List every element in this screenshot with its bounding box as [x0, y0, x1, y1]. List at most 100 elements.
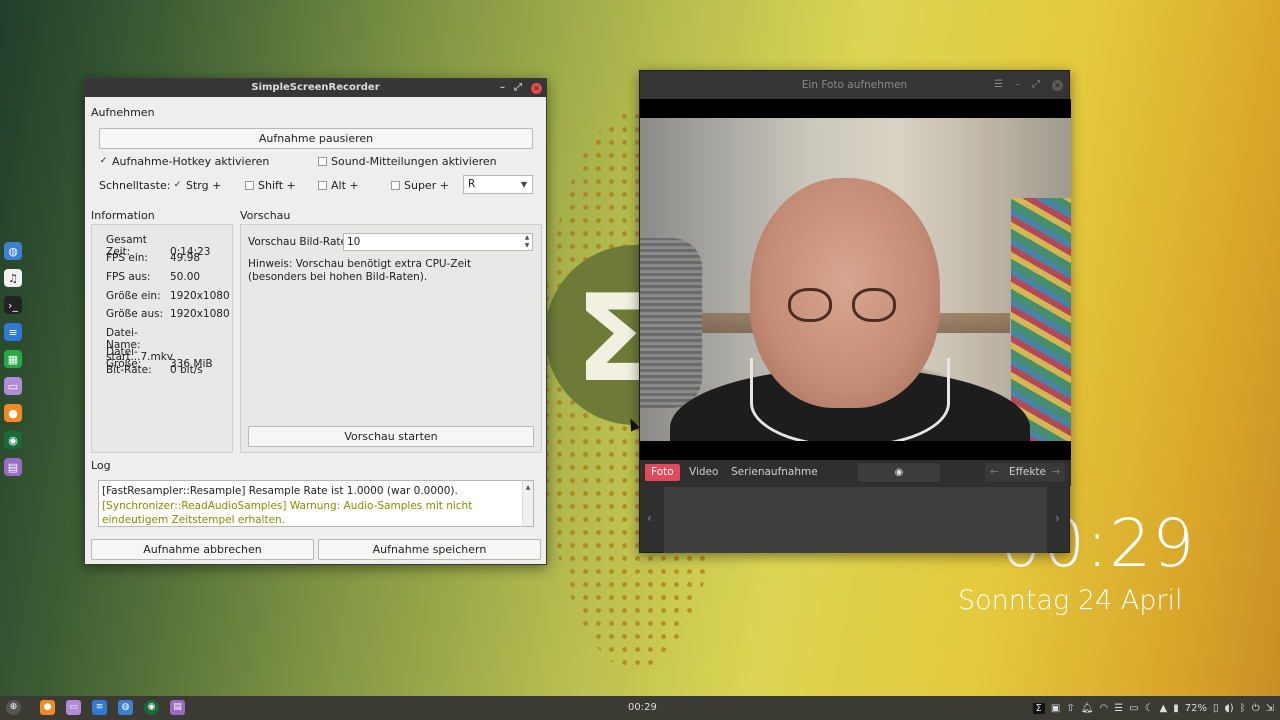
hoodie-drawstring [750, 358, 950, 441]
dock: ◍ ♫ ›_ ≡ ▦ ▭ ● ◉ ▤ [4, 242, 26, 485]
log-scrollbar[interactable]: ▲▼ [522, 481, 533, 526]
checkmark-icon: ✓ [173, 179, 182, 190]
checkbox-icon [245, 180, 254, 190]
tab-burst[interactable]: Serienaufnahme [725, 464, 824, 481]
storage-icon[interactable]: ▤ [170, 700, 185, 715]
minimize-icon[interactable]: – [500, 83, 505, 93]
taskbar: ⊕ ● ▭ ≡ ◍ ◉ ▤ 00:29 Σ ▣ ⇧ 🔔︎ ◠ ☰ ▭ ☾ ▲ ▮… [0, 696, 1280, 720]
ssr-title: SimpleScreenRecorder [251, 82, 380, 93]
files-icon[interactable]: ▭ [66, 700, 81, 715]
screen-recorder-tray-icon[interactable]: Σ [1032, 702, 1045, 714]
tab-video[interactable]: Video [683, 464, 724, 481]
log-textbox[interactable]: [FastResampler::Resample] Resample Rate … [98, 480, 534, 527]
start-preview-button[interactable]: Vorschau starten [248, 426, 534, 447]
maximize-icon[interactable]: ⤢ [1032, 71, 1040, 99]
take-photo-button[interactable]: ◉ [858, 463, 940, 482]
storage-icon[interactable]: ▤ [4, 458, 22, 476]
lock-icon[interactable]: ⇲ [1266, 703, 1274, 714]
save-recording-button[interactable]: Aufnahme speichern [318, 539, 541, 560]
ssr-window: SimpleScreenRecorder – ⤢ ✕ Aufnehmen Auf… [84, 78, 547, 565]
text-editor-icon[interactable]: ≡ [92, 700, 107, 715]
battery-icon: ▮ [1173, 702, 1179, 714]
alert-icon[interactable]: ▲ [1160, 703, 1168, 714]
keyboard-icon[interactable]: ▯ [1213, 703, 1219, 714]
checkbox-icon [391, 180, 400, 190]
checkbox-icon [318, 180, 327, 190]
camera-icon: ◉ [894, 467, 904, 478]
globe-icon[interactable]: ◉ [144, 700, 159, 715]
preview-rate-spinbox[interactable]: 10 ▲ ▼ [343, 233, 533, 251]
info-panel: Gesamt Zeit: 0:14:23 FPS ein: 49.98 FPS au… [91, 224, 233, 453]
tab-photo[interactable]: Foto [645, 464, 680, 481]
minimize-icon[interactable]: – [1015, 71, 1020, 99]
sound-notify-checkbox[interactable]: Sound-Mitteilungen aktivieren [318, 155, 497, 168]
log-line: [FastResampler::Resample] Resample Rate … [102, 485, 458, 497]
bluetooth-icon[interactable]: ᛒ [1240, 703, 1246, 714]
cheese-title: Ein Foto aufnehmen [801, 79, 908, 91]
menu-icon[interactable]: ☰ [1114, 703, 1123, 714]
clipboard-icon[interactable]: ▣ [1051, 703, 1060, 714]
shortcut-label: Schnelltaste: [99, 179, 171, 192]
hotkey-key-select[interactable]: R ▼ [463, 175, 533, 194]
spin-arrows-icon[interactable]: ▲ ▼ [522, 234, 532, 250]
chevron-down-icon: ▼ [520, 180, 527, 189]
cheese-titlebar[interactable]: Ein Foto aufnehmen ☰ – ⤢ ✕ [640, 71, 1069, 99]
log-line-warning: [Synchronizer::ReadAudioSamples] Warnung… [102, 499, 473, 527]
hamburger-menu-icon[interactable]: ☰ [994, 71, 1003, 99]
close-icon[interactable]: ✕ [1052, 79, 1063, 91]
taskbar-clock[interactable]: 00:29 [628, 696, 657, 720]
mode-bar: Foto Video Serienaufnahme ◉ ← Effekte → [640, 460, 1071, 486]
files-icon[interactable]: ▭ [4, 377, 22, 395]
browser-icon[interactable]: ◍ [118, 700, 133, 715]
system-tray: Σ ▣ ⇧ 🔔︎ ◠ ☰ ▭ ☾ ▲ ▮ 72% ▯ ◖) ᛒ ⏻ ⇲ [1032, 696, 1274, 720]
music-icon[interactable]: ♫ [4, 269, 22, 287]
folder-icon[interactable]: ▭ [1129, 703, 1138, 714]
firefox-icon[interactable]: ● [40, 700, 55, 715]
person-glasses [788, 288, 903, 324]
info-row: Größe ein: 1920x1080 [106, 290, 230, 302]
info-row: Größe aus: 1920x1080 [106, 308, 230, 320]
effects-button[interactable]: Effekte [1009, 463, 1046, 482]
update-icon[interactable]: ⇧ [1066, 703, 1074, 714]
webcam-image [640, 118, 1071, 441]
info-row: FPS ein: 49.98 [106, 252, 201, 264]
volume-icon[interactable]: ◖) [1225, 703, 1234, 714]
arrow-right-icon[interactable]: → [1051, 463, 1060, 482]
cancel-recording-button[interactable]: Aufnahme abbrechen [91, 539, 314, 560]
info-row: FPS aus: 50.00 [106, 271, 201, 283]
preview-rate-label: Vorschau Bild-Rate: [248, 236, 351, 248]
alt-modifier-checkbox[interactable]: Alt + [318, 179, 359, 192]
preview-hint: Hinweis: Vorschau benötigt extra CPU-Zei… [248, 258, 472, 283]
terminal-icon[interactable]: ›_ [4, 296, 22, 314]
ctrl-modifier-checkbox[interactable]: ✓ Strg + [173, 179, 222, 192]
desktop-clock-date: Sonntag 24 April [958, 585, 1183, 616]
maximize-icon[interactable]: ⤢ [514, 83, 522, 93]
arrow-left-icon[interactable]: ← [990, 463, 999, 482]
info-section-label: Information [91, 209, 155, 222]
pause-recording-button[interactable]: Aufnahme pausieren [99, 128, 533, 149]
night-mode-icon[interactable]: ☾ [1145, 703, 1154, 714]
ssr-titlebar[interactable]: SimpleScreenRecorder – ⤢ ✕ [85, 79, 546, 97]
thumbnails-prev-icon[interactable]: ‹ [647, 511, 652, 525]
text-editor-icon[interactable]: ≡ [4, 323, 22, 341]
network-icon[interactable]: ◠ [1099, 703, 1108, 714]
info-row: Bit-Rate: 0 bit/s [106, 364, 203, 376]
checkbox-icon [318, 156, 327, 166]
app-menu-icon[interactable]: ⊕ [6, 700, 21, 715]
thumbnails-next-icon[interactable]: › [1055, 511, 1060, 525]
globe-icon[interactable]: ◉ [4, 431, 22, 449]
hotkey-enable-checkbox[interactable]: ✓ Aufnahme-Hotkey aktivieren [99, 155, 270, 168]
notification-icon[interactable]: 🔔︎ [1081, 703, 1094, 714]
cheese-window: Ein Foto aufnehmen ☰ – ⤢ ✕ Foto Video Se… [639, 70, 1071, 553]
power-icon[interactable]: ⏻ [1252, 703, 1260, 714]
shift-modifier-checkbox[interactable]: Shift + [245, 179, 296, 192]
browser-icon[interactable]: ◍ [4, 242, 22, 260]
close-icon[interactable]: ✕ [531, 82, 542, 94]
firefox-icon[interactable]: ● [4, 404, 22, 422]
webcam-view [640, 99, 1071, 460]
spreadsheet-icon[interactable]: ▦ [4, 350, 22, 368]
record-section-label: Aufnehmen [91, 106, 155, 119]
super-modifier-checkbox[interactable]: Super + [391, 179, 449, 192]
thumbnail-strip[interactable] [664, 487, 1047, 553]
preview-section-label: Vorschau [240, 209, 291, 222]
